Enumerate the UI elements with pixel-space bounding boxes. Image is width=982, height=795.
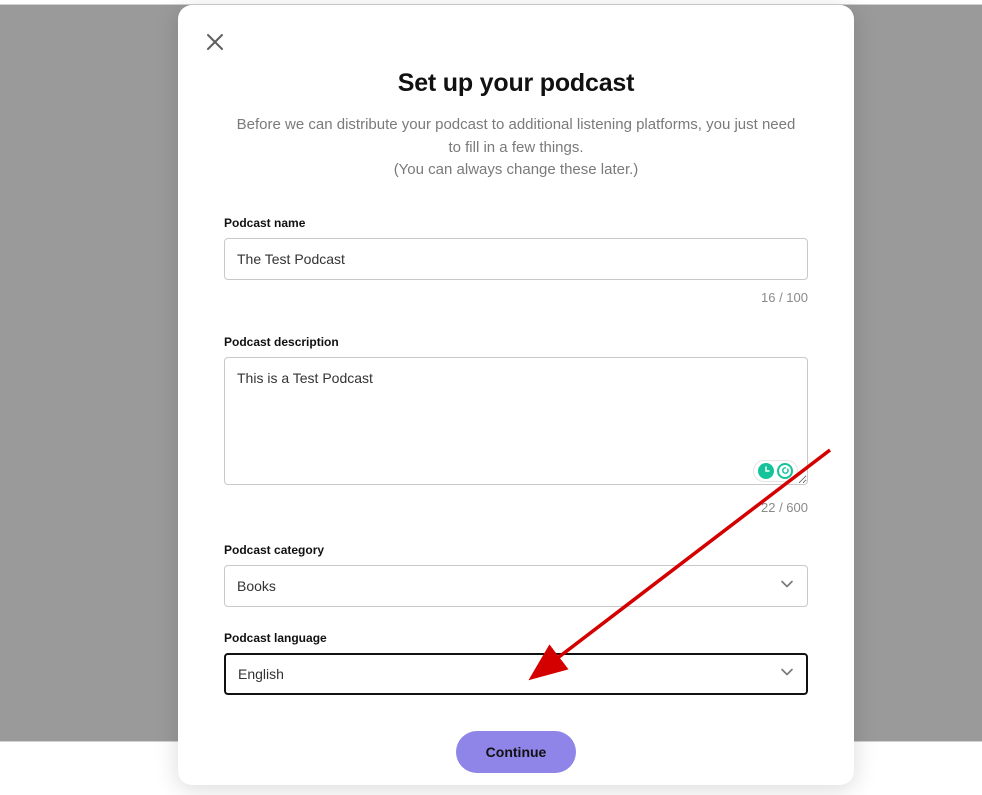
modal-subtitle: Before we can distribute your podcast to… <box>236 114 796 182</box>
grammarly-icon <box>758 463 774 479</box>
podcast-category-label: Podcast category <box>224 543 808 557</box>
textarea-wrapper <box>224 357 808 490</box>
podcast-language-label: Podcast language <box>224 631 808 645</box>
continue-button[interactable]: Continue <box>456 731 577 773</box>
podcast-name-counter: 16 / 100 <box>224 290 808 305</box>
podcast-name-group: Podcast name 16 / 100 <box>224 216 808 305</box>
grammarly-status-icon <box>777 463 793 479</box>
setup-podcast-modal: Set up your podcast Before we can distri… <box>178 5 854 785</box>
podcast-name-input[interactable] <box>224 238 808 280</box>
podcast-language-select[interactable] <box>224 653 808 695</box>
podcast-category-group: Podcast category <box>224 543 808 607</box>
modal-header: Set up your podcast Before we can distri… <box>224 69 808 182</box>
subtitle-line-2: (You can always change these later.) <box>394 161 639 178</box>
modal-title: Set up your podcast <box>224 69 808 98</box>
podcast-description-counter: 22 / 600 <box>224 500 808 515</box>
close-button[interactable] <box>202 29 228 55</box>
podcast-category-select[interactable] <box>224 565 808 607</box>
grammarly-badge[interactable] <box>753 460 798 482</box>
podcast-description-label: Podcast description <box>224 335 808 349</box>
podcast-description-input[interactable] <box>224 357 808 485</box>
subtitle-line-1: Before we can distribute your podcast to… <box>237 116 796 156</box>
category-select-wrap <box>224 565 808 607</box>
podcast-name-label: Podcast name <box>224 216 808 230</box>
language-select-wrap <box>224 653 808 695</box>
close-icon <box>206 33 224 51</box>
podcast-language-group: Podcast language <box>224 631 808 695</box>
podcast-description-group: Podcast description 22 / 600 <box>224 335 808 515</box>
